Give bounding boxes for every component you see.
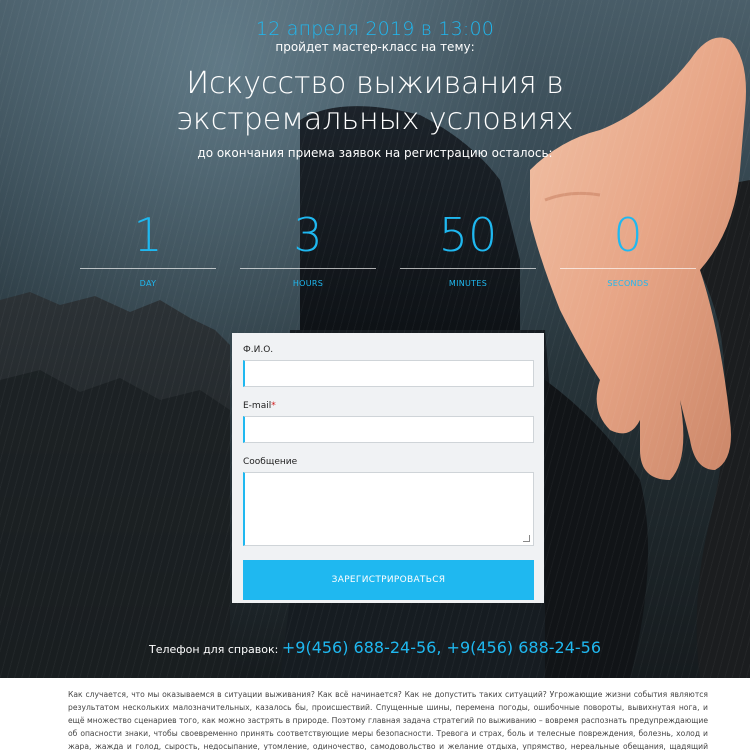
contact-phone: Телефон для справок: +9(456) 688-24-56, … [0, 638, 750, 657]
required-marker: * [271, 401, 276, 411]
event-subtitle: пройдет мастер-класс на тему: [275, 40, 475, 54]
message-field-label: Сообщение [243, 457, 298, 467]
email-label-text: E-mail [243, 401, 272, 411]
email-field-label: E-mail* [243, 401, 534, 411]
message-field-wrapper [243, 472, 534, 546]
countdown-days: 1 DAY [80, 205, 216, 288]
name-input[interactable] [243, 360, 534, 387]
countdown-seconds-value: 0 [560, 205, 696, 269]
register-button[interactable]: ЗАРЕГИСТРИРОВАТЬСЯ [243, 560, 534, 600]
message-textarea[interactable] [243, 472, 534, 546]
countdown-minutes-label: MINUTES [448, 279, 488, 288]
name-field-label: Ф.И.О. [243, 345, 274, 355]
resize-handle-icon[interactable] [523, 535, 530, 542]
countdown-days-value: 1 [80, 205, 216, 269]
article-text: Как случается, что мы оказываемся в ситу… [0, 678, 750, 750]
countdown-hours-value: 3 [240, 205, 376, 269]
countdown-caption: до окончания приема заявок на регистраци… [197, 146, 553, 160]
hero-section: 12 апреля 2019 в 13:00 пройдет мастер-кл… [0, 0, 750, 678]
countdown-hours-label: HOURS [292, 279, 324, 288]
contact-phone-numbers[interactable]: +9(456) 688-24-56, +9(456) 688-24-56 [282, 638, 601, 657]
countdown-days-label: DAY [139, 279, 157, 288]
countdown-minutes: 50 MINUTES [400, 205, 536, 288]
event-date: 12 апреля 2019 в 13:00 [255, 18, 495, 40]
countdown-hours: 3 HOURS [240, 205, 376, 288]
countdown-seconds-label: SECONDS [607, 279, 649, 288]
contact-label: Телефон для справок: [148, 643, 279, 656]
email-input[interactable] [243, 416, 534, 443]
countdown-minutes-value: 50 [400, 205, 536, 269]
registration-form: Ф.И.О. E-mail* Сообщение ЗАРЕГИСТРИРОВАТ… [232, 333, 544, 603]
countdown-seconds: 0 SECONDS [560, 205, 696, 288]
page-title: Искусство выживания в экстремальных усло… [176, 66, 574, 137]
